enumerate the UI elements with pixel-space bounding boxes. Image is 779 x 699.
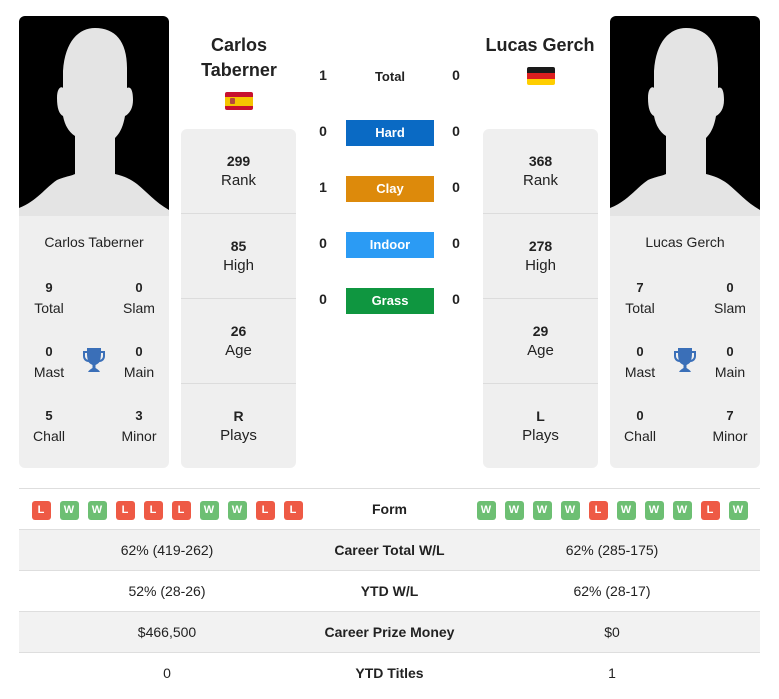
ytd-wl-label: YTD W/L xyxy=(360,583,419,599)
ytd-titles-row: 0 YTD Titles 1 xyxy=(19,653,760,694)
career-wl-row: 62% (419-262) Career Total W/L 62% (285-… xyxy=(19,530,760,571)
form-loss-badge[interactable]: L xyxy=(255,500,275,520)
player2-titles-minor: 7 Minor xyxy=(712,408,748,444)
form-win-badge[interactable]: W xyxy=(644,500,664,520)
form-loss-badge[interactable]: L xyxy=(115,500,135,520)
player1-high: 85 High xyxy=(223,238,254,274)
player2-titles-slam: 0 Slam xyxy=(714,280,746,316)
form-loss-badge[interactable]: L xyxy=(143,500,163,520)
player2-titles-main: 0 Main xyxy=(714,344,746,380)
form-loss-badge[interactable]: L xyxy=(588,500,608,520)
h2h-hard-p2: 0 xyxy=(452,123,460,139)
player2-career-wl: 62% (285-175) xyxy=(565,542,659,558)
form-win-badge[interactable]: W xyxy=(476,500,496,520)
player1-titles-mast: 0 Mast xyxy=(33,344,65,380)
surface-grass-badge[interactable]: Grass xyxy=(346,288,434,314)
h2h-hard-p1: 0 xyxy=(319,123,327,139)
player1-card-name: Carlos Taberner xyxy=(44,234,144,250)
form-loss-badge[interactable]: L xyxy=(283,500,303,520)
player2-ytd-wl: 62% (28-17) xyxy=(573,583,651,599)
player2-titles-chall: 0 Chall xyxy=(624,408,656,444)
player2-prize-money: $0 xyxy=(604,624,620,640)
form-win-badge[interactable]: W xyxy=(672,500,692,520)
form-label: Form xyxy=(372,501,407,517)
form-loss-badge[interactable]: L xyxy=(31,500,51,520)
player1-stats: 299 Rank 85 High 26 Age R Plays xyxy=(181,129,296,468)
form-row: LWWLLLWWLL Form WWWWLWWWLW xyxy=(19,489,760,530)
player2-name-heading[interactable]: Lucas Gerch xyxy=(480,33,600,58)
trophy-icon xyxy=(674,348,696,372)
player2-high: 278 High xyxy=(525,238,556,274)
player1-titles-minor: 3 Minor xyxy=(121,408,157,444)
form-win-badge[interactable]: W xyxy=(616,500,636,520)
h2h-indoor-p1: 0 xyxy=(319,235,327,251)
form-win-badge[interactable]: W xyxy=(199,500,219,520)
h2h-grass-p2: 0 xyxy=(452,291,460,307)
player2-form: WWWWLWWWLW xyxy=(464,489,760,530)
prize-money-label: Career Prize Money xyxy=(324,624,455,640)
player2-age: 29 Age xyxy=(527,323,554,359)
form-win-badge[interactable]: W xyxy=(227,500,247,520)
h2h-clay-p1: 1 xyxy=(319,179,327,195)
h2h-total-p1: 1 xyxy=(319,67,327,83)
player1-titles-main: 0 Main xyxy=(123,344,155,380)
player2-plays: L Plays xyxy=(522,408,559,444)
form-win-badge[interactable]: W xyxy=(87,500,107,520)
h2h-total-p2: 0 xyxy=(452,67,460,83)
player2-rank: 368 Rank xyxy=(522,153,559,189)
player1-form: LWWLLLWWLL xyxy=(19,489,315,530)
player1-career-wl: 62% (419-262) xyxy=(120,542,214,558)
player2-photo xyxy=(610,16,760,216)
player1-titles-slam: 0 Slam xyxy=(123,280,155,316)
player2-card-name: Lucas Gerch xyxy=(645,234,725,250)
silhouette-icon xyxy=(610,28,760,216)
player2-ytd-titles: 1 xyxy=(608,665,616,681)
player2-stats: 368 Rank 278 High 29 Age L Plays xyxy=(483,129,598,468)
form-loss-badge[interactable]: L xyxy=(700,500,720,520)
surface-indoor-badge[interactable]: Indoor xyxy=(346,232,434,258)
form-win-badge[interactable]: W xyxy=(504,500,524,520)
player1-name-heading[interactable]: Carlos Taberner xyxy=(180,33,298,83)
player2-titles-total: 7 Total xyxy=(625,280,655,316)
spain-flag-icon xyxy=(225,92,253,110)
h2h-grass-p1: 0 xyxy=(319,291,327,307)
player1-photo xyxy=(19,16,169,216)
ytd-titles-label: YTD Titles xyxy=(355,665,424,681)
career-wl-label: Career Total W/L xyxy=(334,542,445,558)
player2-titles-mast: 0 Mast xyxy=(624,344,656,380)
player1-rank: 299 Rank xyxy=(220,153,257,189)
h2h-total-label: Total xyxy=(374,69,406,84)
player1-titles-chall: 5 Chall xyxy=(33,408,65,444)
player1-plays: R Plays xyxy=(220,408,257,444)
player2-card: Lucas Gerch 7 Total 0 Slam 0 Mast 0 Main… xyxy=(610,16,760,468)
player1-titles-total: 9 Total xyxy=(34,280,64,316)
player1-ytd-titles: 0 xyxy=(163,665,171,681)
surface-hard-badge[interactable]: Hard xyxy=(346,120,434,146)
h2h-clay-p2: 0 xyxy=(452,179,460,195)
h2h-indoor-p2: 0 xyxy=(452,235,460,251)
form-win-badge[interactable]: W xyxy=(59,500,79,520)
silhouette-icon xyxy=(19,28,169,216)
player1-prize-money: $466,500 xyxy=(137,624,197,640)
surface-clay-badge[interactable]: Clay xyxy=(346,176,434,202)
form-win-badge[interactable]: W xyxy=(560,500,580,520)
germany-flag-icon xyxy=(527,67,555,85)
form-loss-badge[interactable]: L xyxy=(171,500,191,520)
form-win-badge[interactable]: W xyxy=(532,500,552,520)
ytd-wl-row: 52% (28-26) YTD W/L 62% (28-17) xyxy=(19,571,760,612)
player1-card: Carlos Taberner 9 Total 0 Slam 0 Mast 0 … xyxy=(19,16,169,468)
player1-ytd-wl: 52% (28-26) xyxy=(128,583,206,599)
player1-age: 26 Age xyxy=(225,323,252,359)
trophy-icon xyxy=(83,348,105,372)
form-win-badge[interactable]: W xyxy=(728,500,748,520)
prize-money-row: $466,500 Career Prize Money $0 xyxy=(19,612,760,653)
